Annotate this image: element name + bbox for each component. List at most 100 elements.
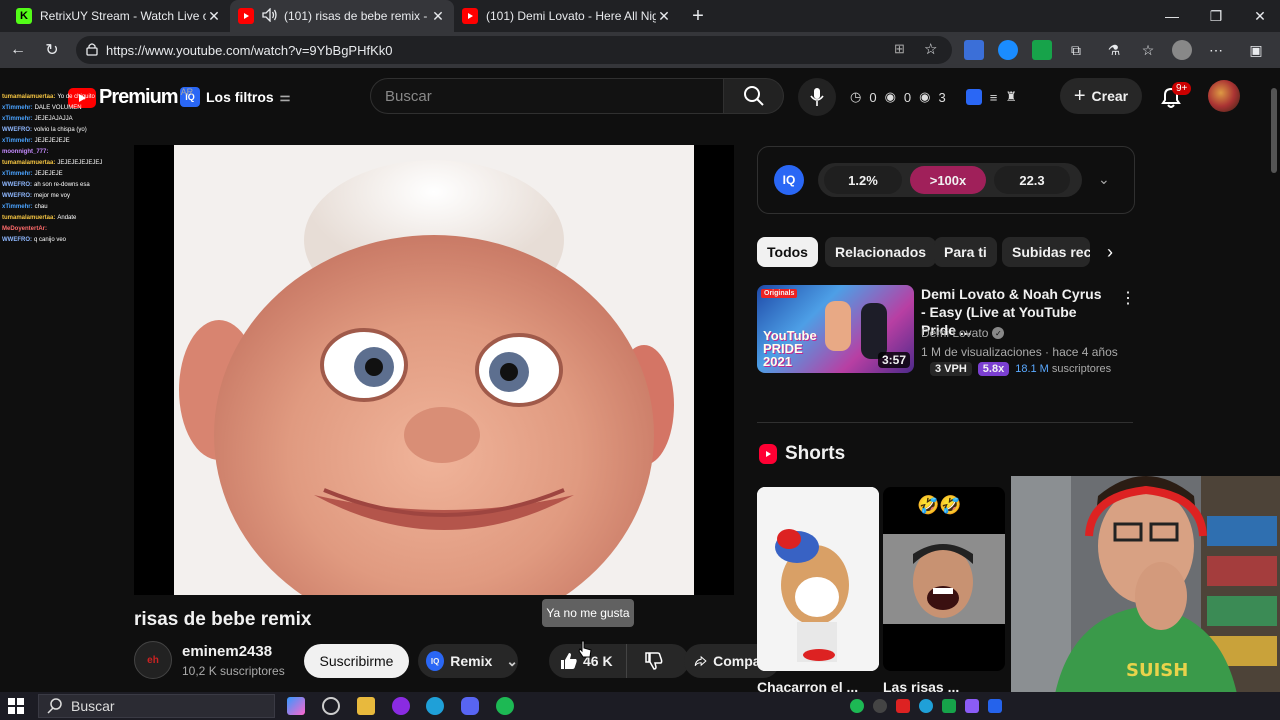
- spotify-icon[interactable]: [496, 697, 514, 715]
- iq-icon[interactable]: [965, 89, 982, 105]
- search-icon: [47, 698, 63, 717]
- folder-icon[interactable]: [357, 697, 375, 715]
- taskbar-search[interactable]: Buscar: [38, 694, 275, 718]
- video-player[interactable]: [134, 145, 734, 595]
- channel-name[interactable]: eminem2438: [182, 643, 272, 660]
- tray-icon[interactable]: [942, 699, 956, 713]
- eye-icon: ◉: [884, 89, 896, 104]
- create-label: Crear: [1091, 88, 1129, 104]
- iq-pill[interactable]: >100x: [910, 166, 986, 194]
- extension-icon[interactable]: [1032, 40, 1052, 60]
- microphone-icon[interactable]: [896, 699, 910, 713]
- menu-dots-icon[interactable]: ⋯: [1206, 40, 1226, 60]
- stat-value: 0: [903, 89, 912, 105]
- extension-icon[interactable]: [998, 40, 1018, 60]
- search-button[interactable]: [724, 78, 784, 114]
- tab-kick[interactable]: K RetrixUY Stream - Watch Live on Kick ✕: [8, 0, 230, 32]
- chip-subidas[interactable]: Subidas recientes: [1002, 237, 1090, 267]
- search-input[interactable]: Buscar: [370, 78, 724, 114]
- app-available-icon[interactable]: ⊞: [894, 41, 905, 57]
- page-scrollbar[interactable]: [1268, 68, 1280, 476]
- spotify-tray-icon[interactable]: [850, 699, 864, 713]
- more-options-icon[interactable]: ⋮: [1120, 288, 1136, 307]
- favorite-star-icon[interactable]: ☆: [924, 40, 937, 58]
- trophy-icon[interactable]: ♜: [1005, 89, 1017, 105]
- remix-button[interactable]: IQ Remix ⌄: [418, 644, 518, 678]
- tab-risas[interactable]: (101) risas de bebe remix - YouTube ✕: [230, 0, 454, 32]
- translate-icon[interactable]: [964, 40, 984, 60]
- favorites-icon[interactable]: ☆: [1138, 40, 1158, 60]
- chat-username: tumamalamuertaa:: [2, 215, 56, 221]
- minimize-icon[interactable]: —: [1150, 0, 1194, 32]
- verified-icon: ✓: [992, 327, 1005, 339]
- edge-tray-icon[interactable]: [919, 699, 933, 713]
- filters-label: Los filtros: [206, 89, 274, 105]
- close-icon[interactable]: ✕: [430, 8, 446, 25]
- short-thumbnail[interactable]: 🤣🤣: [883, 487, 1005, 671]
- flask-icon[interactable]: ⚗: [1104, 40, 1124, 60]
- chip-todos[interactable]: Todos: [757, 237, 818, 267]
- thumbs-up-icon: [561, 653, 577, 669]
- scrollbar-thumb[interactable]: [1271, 88, 1277, 173]
- chrome-icon[interactable]: [322, 697, 340, 715]
- close-icon[interactable]: ✕: [656, 8, 672, 25]
- maximize-icon[interactable]: ❐: [1194, 0, 1238, 32]
- dislike-button[interactable]: [631, 644, 677, 678]
- steam-icon[interactable]: [988, 699, 1002, 713]
- filters-button[interactable]: IQ Los filtros ⚌: [180, 82, 290, 112]
- chevron-right-icon[interactable]: ›: [1100, 242, 1120, 262]
- chat-username: xTimmehr:: [2, 138, 33, 144]
- vph-badge: 3 VPH: [930, 362, 972, 376]
- channel-name[interactable]: Demi Lovato ✓: [921, 326, 1005, 340]
- chat-text: volvio la chispa (yo): [34, 127, 87, 133]
- edge-icon[interactable]: [426, 697, 444, 715]
- chat-username: xTimmehr:: [2, 105, 33, 111]
- copilot-icon[interactable]: [287, 697, 305, 715]
- voice-search-button[interactable]: [798, 78, 836, 116]
- discord-icon[interactable]: [461, 697, 479, 715]
- iq-logo: IQ: [774, 165, 804, 195]
- chat-username: moonnight_777:: [2, 149, 49, 155]
- tab-title: RetrixUY Stream - Watch Live on Kick: [40, 9, 206, 23]
- profile-icon[interactable]: [1172, 40, 1192, 60]
- subscribe-button[interactable]: Suscribirme: [304, 644, 409, 678]
- tray-icon[interactable]: [873, 699, 887, 713]
- list-icon[interactable]: ≡: [990, 90, 998, 105]
- reload-icon[interactable]: ↻: [38, 36, 66, 64]
- windows-start-icon[interactable]: [8, 698, 24, 714]
- ratio-badge: 5.8x: [977, 362, 1010, 376]
- chip-para-ti[interactable]: Para ti: [934, 237, 997, 267]
- lock-icon: [86, 42, 98, 59]
- plus-icon: +: [1073, 84, 1086, 107]
- chat-username: xTimmehr:: [2, 204, 33, 210]
- pen-icon[interactable]: [965, 699, 979, 713]
- close-icon[interactable]: ✕: [206, 8, 222, 25]
- browser-toolbar: ← ↻ https://www.youtube.com/watch?v=9YbB…: [0, 32, 1280, 68]
- video-title: risas de bebe remix: [134, 609, 312, 630]
- speaker-icon[interactable]: [262, 6, 278, 25]
- iq-icon: IQ: [426, 651, 445, 671]
- sidebar-icon[interactable]: ▣: [1246, 40, 1266, 60]
- channel-avatar[interactable]: eh: [134, 641, 172, 679]
- streamer-webcam: SUISH: [1011, 476, 1280, 720]
- chat-username: WWEFRO:: [2, 182, 32, 188]
- shorts-heading: Shorts: [759, 443, 845, 465]
- chip-relacionados[interactable]: Relacionados: [825, 237, 937, 267]
- tab-demi[interactable]: (101) Demi Lovato - Here All Night ✕: [454, 0, 680, 32]
- chat-username: tumamalamuertaa:: [2, 94, 56, 100]
- chevron-down-icon[interactable]: ⌄: [1098, 171, 1110, 188]
- iq-pill[interactable]: 22.3: [994, 166, 1070, 194]
- back-icon[interactable]: ←: [4, 36, 32, 64]
- new-tab-button[interactable]: +: [686, 4, 710, 28]
- app-icon[interactable]: [392, 697, 410, 715]
- avatar[interactable]: [1208, 80, 1240, 112]
- iq-pill[interactable]: 1.2%: [824, 166, 902, 194]
- short-thumbnail[interactable]: [757, 487, 879, 671]
- chat-message: xTimmehr: DALE VOLUMEN: [2, 103, 172, 114]
- video-meta: 1 M de visualizaciones · hace 4 años: [921, 345, 1118, 359]
- stat-value: 0: [869, 89, 877, 105]
- address-bar[interactable]: https://www.youtube.com/watch?v=9YbBgPHf…: [76, 36, 952, 64]
- puzzle-icon[interactable]: ⧉: [1066, 40, 1086, 60]
- close-window-icon[interactable]: ✕: [1238, 0, 1280, 32]
- create-button[interactable]: + Crear: [1060, 78, 1142, 114]
